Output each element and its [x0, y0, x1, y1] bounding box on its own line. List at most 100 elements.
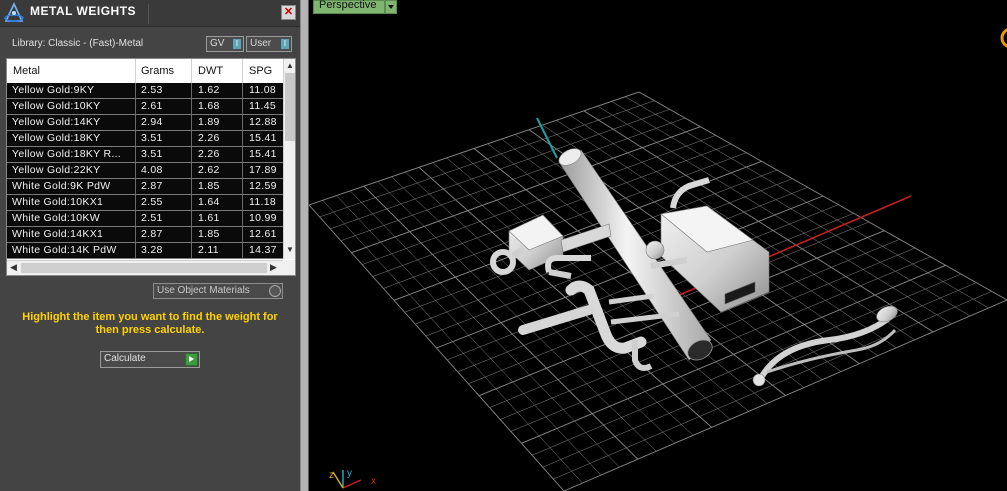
cell-dwt: 1.64: [198, 196, 220, 208]
column-divider: [242, 59, 243, 83]
table-row[interactable]: White Gold:10KW 2.51 1.61 10.99: [7, 211, 283, 227]
cell-metal: White Gold:10KX1: [12, 196, 104, 208]
cell-divider: [191, 83, 192, 98]
cell-dwt: 1.68: [198, 100, 220, 112]
view-name-label: Perspective: [319, 0, 377, 11]
table-row[interactable]: Yellow Gold:22KY 4.08 2.62 17.89: [7, 163, 283, 179]
cell-grams: 2.51: [141, 212, 163, 224]
jewelry-model[interactable]: [490, 145, 900, 387]
cell-metal: Yellow Gold:10KY: [12, 100, 101, 112]
cell-metal: White Gold:14K PdW: [12, 244, 117, 256]
gv-toggle[interactable]: GV I: [206, 36, 244, 52]
cell-dwt: 1.85: [198, 228, 220, 240]
table-row[interactable]: Yellow Gold:10KY 2.61 1.68 11.45: [7, 99, 283, 115]
cell-dwt: 2.26: [198, 132, 220, 144]
column-divider: [135, 59, 136, 83]
column-divider: [191, 59, 192, 83]
calculate-button[interactable]: Calculate: [100, 351, 200, 368]
user-toggle-indicator-icon: I: [281, 39, 289, 49]
title-divider: [148, 4, 149, 24]
user-toggle[interactable]: User I: [246, 36, 292, 52]
grid-line: [563, 299, 1007, 491]
cell-divider: [135, 243, 136, 258]
vertical-scroll-thumb[interactable]: [285, 73, 295, 141]
table-row[interactable]: White Gold:14KX1 2.87 1.85 12.61: [7, 227, 283, 243]
cell-grams: 2.55: [141, 196, 163, 208]
axis-gizmo: y x z: [329, 468, 376, 489]
library-label: Library: Classic - (Fast)-Metal: [12, 38, 144, 49]
cell-dwt: 1.62: [198, 84, 220, 96]
cell-grams: 2.61: [141, 100, 163, 112]
cell-divider: [135, 195, 136, 210]
view-dropdown-icon[interactable]: [385, 0, 397, 14]
ring-navigation-icon[interactable]: [1000, 28, 1007, 48]
cell-divider: [242, 243, 243, 258]
scroll-right-icon[interactable]: ▶: [270, 262, 277, 273]
horizontal-scroll-thumb[interactable]: [21, 263, 267, 273]
cell-grams: 4.08: [141, 164, 163, 176]
cell-spg: 12.88: [249, 116, 277, 128]
cell-divider: [191, 163, 192, 178]
cell-divider: [242, 99, 243, 114]
cell-divider: [242, 227, 243, 242]
cell-divider: [135, 211, 136, 226]
vertical-scrollbar[interactable]: ▲ ▼: [283, 59, 295, 259]
table-row[interactable]: White Gold:14K PdW 3.28 2.11 14.37: [7, 243, 283, 259]
cell-divider: [191, 227, 192, 242]
scroll-left-icon[interactable]: ◀: [10, 262, 17, 273]
cell-grams: 3.28: [141, 244, 163, 256]
cell-divider: [191, 99, 192, 114]
instruction-text: Highlight the item you want to find the …: [22, 311, 278, 336]
cell-spg: 17.89: [249, 164, 277, 176]
cell-metal: Yellow Gold:18KY R...: [12, 148, 122, 160]
panel-splitter[interactable]: [300, 0, 309, 491]
close-button[interactable]: ✕: [281, 5, 296, 20]
cell-spg: 11.45: [249, 100, 276, 112]
cell-divider: [135, 131, 136, 146]
cell-divider: [191, 115, 192, 130]
panel-title: METAL WEIGHTS: [30, 4, 137, 18]
view-name-tab[interactable]: Perspective: [313, 0, 385, 14]
table-row[interactable]: White Gold:10KX1 2.55 1.64 11.18: [7, 195, 283, 211]
column-header-grams[interactable]: Grams: [141, 65, 174, 77]
column-header-dwt[interactable]: DWT: [198, 65, 223, 77]
table-row[interactable]: Yellow Gold:18KY R... 3.51 2.26 15.41: [7, 147, 283, 163]
table-row[interactable]: Yellow Gold:9KY 2.53 1.62 11.08: [7, 83, 283, 99]
cell-divider: [242, 179, 243, 194]
scroll-up-icon[interactable]: ▲: [286, 61, 294, 70]
cell-dwt: 2.62: [198, 164, 220, 176]
cell-metal: Yellow Gold:18KY: [12, 132, 101, 144]
table-row[interactable]: Yellow Gold:18KY 3.51 2.26 15.41: [7, 131, 283, 147]
cell-spg: 15.41: [249, 132, 277, 144]
use-object-materials-toggle[interactable]: Use Object Materials: [153, 283, 283, 299]
cell-divider: [242, 147, 243, 162]
horizontal-scrollbar[interactable]: ◀ ▶: [7, 260, 283, 275]
column-header-metal[interactable]: Metal: [13, 65, 40, 77]
cell-divider: [242, 163, 243, 178]
cell-dwt: 1.61: [198, 212, 220, 224]
cell-divider: [191, 179, 192, 194]
column-header-spg[interactable]: SPG: [249, 65, 272, 77]
cell-grams: 2.87: [141, 180, 163, 192]
perspective-viewport[interactable]: y x z Perspective: [309, 0, 1007, 491]
cell-spg: 12.59: [249, 180, 277, 192]
cell-divider: [135, 179, 136, 194]
cell-divider: [242, 195, 243, 210]
cell-divider: [135, 227, 136, 242]
cell-metal: White Gold:10KW: [12, 212, 100, 224]
cell-divider: [191, 211, 192, 226]
cell-spg: 15.41: [249, 148, 277, 160]
radio-indicator-icon: [269, 285, 281, 297]
cell-spg: 11.18: [249, 196, 276, 208]
cell-grams: 3.51: [141, 148, 163, 160]
cell-divider: [135, 99, 136, 114]
table-row[interactable]: White Gold:9K PdW 2.87 1.85 12.59: [7, 179, 283, 195]
app-logo-icon: [4, 2, 24, 22]
scroll-down-icon[interactable]: ▼: [286, 245, 294, 254]
gv-toggle-indicator-icon: I: [233, 39, 241, 49]
table-row[interactable]: Yellow Gold:14KY 2.94 1.89 12.88: [7, 115, 283, 131]
metal-weights-panel: METAL WEIGHTS ✕ Library: Classic - (Fast…: [0, 0, 300, 491]
cell-dwt: 1.85: [198, 180, 220, 192]
cell-metal: Yellow Gold:9KY: [12, 84, 95, 96]
cell-grams: 2.53: [141, 84, 163, 96]
